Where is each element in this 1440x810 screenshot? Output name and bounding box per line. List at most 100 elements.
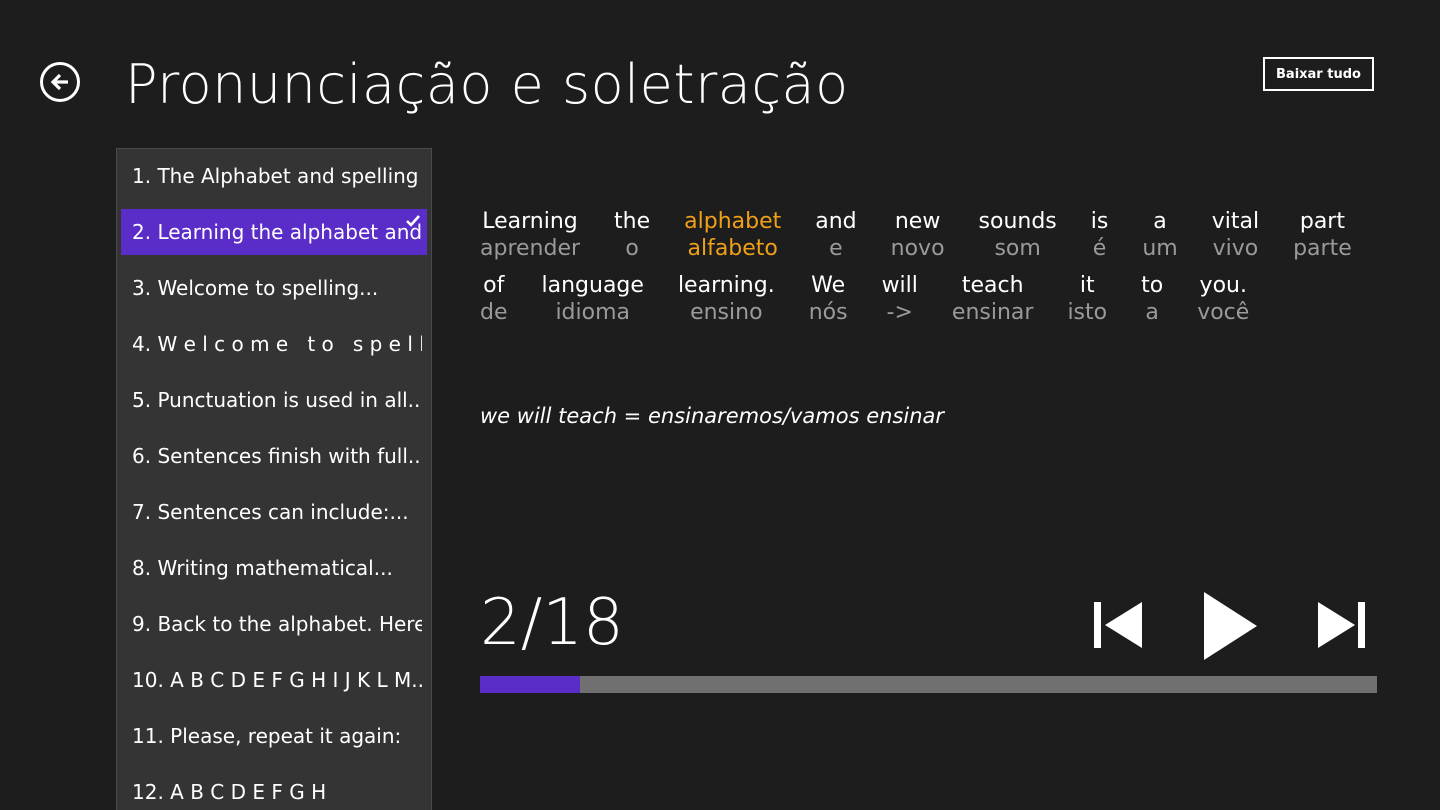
word-pair[interactable]: to a bbox=[1141, 272, 1163, 326]
word-pair[interactable]: of de bbox=[480, 272, 508, 326]
english-word: it bbox=[1079, 273, 1095, 298]
progress-bar[interactable] bbox=[480, 676, 1377, 693]
english-word: learning. bbox=[677, 273, 775, 298]
english-word: vital bbox=[1211, 209, 1260, 234]
portuguese-word: idioma bbox=[555, 300, 630, 325]
portuguese-word: um bbox=[1142, 236, 1178, 261]
next-button[interactable] bbox=[1316, 600, 1368, 650]
lesson-label: 3. Welcome to spelling... bbox=[132, 276, 379, 300]
english-word: Learning bbox=[482, 209, 578, 234]
english-word: the bbox=[614, 209, 651, 234]
word-pair[interactable]: part parte bbox=[1293, 208, 1352, 262]
portuguese-word: som bbox=[994, 236, 1041, 261]
word-pair[interactable]: and e bbox=[815, 208, 856, 262]
back-arrow-icon bbox=[48, 70, 72, 94]
sentence-line: Learning aprender the o alphabet alfabeto and e… bbox=[480, 208, 1380, 262]
portuguese-word: nós bbox=[808, 300, 848, 325]
word-pair[interactable]: the o bbox=[614, 208, 650, 262]
portuguese-word: parte bbox=[1293, 236, 1352, 261]
word-pair[interactable]: language idioma bbox=[542, 272, 644, 326]
english-word: alphabet bbox=[684, 209, 782, 234]
lesson-label: 7. Sentences can include:... bbox=[132, 500, 409, 524]
page: Pronunciação e soletração Baixar tudo 1.… bbox=[0, 0, 1440, 810]
word-pair[interactable]: is é bbox=[1091, 208, 1109, 262]
sentence-area: Learning aprender the o alphabet alfabeto and e… bbox=[480, 208, 1380, 336]
english-word: part bbox=[1299, 209, 1345, 234]
portuguese-word: alfabeto bbox=[687, 236, 778, 261]
english-word: sounds bbox=[978, 209, 1057, 234]
play-button[interactable] bbox=[1202, 590, 1258, 662]
lesson-label: 12. A B C D E F G H bbox=[132, 780, 327, 804]
translation-note: we will teach = ensinaremos/vamos ensina… bbox=[480, 404, 945, 428]
lesson-label: 8. Writing mathematical... bbox=[132, 556, 393, 580]
progress-counter: 2/18 bbox=[480, 586, 624, 660]
english-word: to bbox=[1141, 273, 1164, 298]
english-word: you. bbox=[1199, 273, 1247, 298]
lesson-label: 10. A B C D E F G H I J K L M... bbox=[132, 668, 422, 692]
skip-previous-icon bbox=[1092, 600, 1144, 650]
lesson-item[interactable]: 3. Welcome to spelling... bbox=[121, 265, 427, 311]
portuguese-word: você bbox=[1197, 300, 1250, 325]
portuguese-word: é bbox=[1092, 236, 1107, 261]
word-pair[interactable]: it isto bbox=[1067, 272, 1107, 326]
lesson-label: 6. Sentences finish with full... bbox=[132, 444, 422, 468]
word-pair[interactable]: new novo bbox=[891, 208, 945, 262]
lesson-item[interactable]: 4. W e l c o m e t o s p e l l... bbox=[121, 321, 427, 367]
back-button[interactable] bbox=[40, 62, 80, 102]
portuguese-word: de bbox=[480, 300, 508, 325]
lesson-item[interactable]: 2. Learning the alphabet and... bbox=[121, 209, 427, 255]
lesson-list[interactable]: 1. The Alphabet and spelling 2. Learning … bbox=[116, 148, 432, 810]
progress-bar-fill bbox=[480, 676, 580, 693]
lesson-item[interactable]: 9. Back to the alphabet. Here... bbox=[121, 601, 427, 647]
lesson-label: 9. Back to the alphabet. Here... bbox=[132, 612, 422, 636]
portuguese-word: novo bbox=[890, 236, 945, 261]
word-pair[interactable]: sounds som bbox=[979, 208, 1057, 262]
lesson-label: 4. W e l c o m e t o s p e l l... bbox=[132, 332, 422, 356]
portuguese-word: isto bbox=[1067, 300, 1108, 325]
english-word: We bbox=[811, 273, 846, 298]
lesson-label: 2. Learning the alphabet and... bbox=[132, 220, 422, 244]
english-word: of bbox=[483, 273, 505, 298]
word-pair[interactable]: you. você bbox=[1197, 272, 1249, 326]
portuguese-word: vivo bbox=[1212, 236, 1259, 261]
portuguese-word: o bbox=[625, 236, 639, 261]
lesson-item[interactable]: 10. A B C D E F G H I J K L M... bbox=[121, 657, 427, 703]
sentence-line: of de language idioma learning. ensino We nós wi… bbox=[480, 272, 1380, 326]
lesson-label: 1. The Alphabet and spelling bbox=[132, 164, 419, 188]
english-word: is bbox=[1090, 209, 1109, 234]
english-word: teach bbox=[961, 273, 1024, 298]
lesson-label: 11. Please, repeat it again: bbox=[132, 724, 402, 748]
play-icon bbox=[1202, 590, 1258, 662]
previous-button[interactable] bbox=[1092, 600, 1144, 650]
lesson-item[interactable]: 11. Please, repeat it again: bbox=[121, 713, 427, 759]
portuguese-word: e bbox=[829, 236, 843, 261]
portuguese-word: -> bbox=[886, 300, 913, 325]
word-pair[interactable]: a um bbox=[1142, 208, 1177, 262]
english-word: language bbox=[541, 273, 644, 298]
lesson-label: 5. Punctuation is used in all... bbox=[132, 388, 422, 412]
english-word: will bbox=[881, 273, 918, 298]
lesson-item[interactable]: 12. A B C D E F G H bbox=[121, 769, 427, 810]
word-pair[interactable]: We nós bbox=[809, 272, 848, 326]
skip-next-icon bbox=[1316, 600, 1368, 650]
portuguese-word: aprender bbox=[480, 236, 581, 261]
lesson-item[interactable]: 6. Sentences finish with full... bbox=[121, 433, 427, 479]
lesson-item[interactable]: 7. Sentences can include:... bbox=[121, 489, 427, 535]
word-pair[interactable]: Learning aprender bbox=[480, 208, 580, 262]
word-pair[interactable]: vital vivo bbox=[1212, 208, 1259, 262]
word-pair[interactable]: will -> bbox=[882, 272, 918, 326]
portuguese-word: a bbox=[1145, 300, 1159, 325]
lesson-item[interactable]: 8. Writing mathematical... bbox=[121, 545, 427, 591]
word-pair[interactable]: learning. ensino bbox=[678, 272, 775, 326]
word-pair[interactable]: teach ensinar bbox=[952, 272, 1034, 326]
lesson-item[interactable]: 5. Punctuation is used in all... bbox=[121, 377, 427, 423]
page-title: Pronunciação e soletração bbox=[125, 53, 849, 116]
portuguese-word: ensinar bbox=[951, 300, 1034, 325]
download-all-button[interactable]: Baixar tudo bbox=[1263, 57, 1374, 91]
english-word: new bbox=[894, 209, 941, 234]
portuguese-word: ensino bbox=[690, 300, 763, 325]
lesson-item[interactable]: 1. The Alphabet and spelling bbox=[121, 153, 427, 199]
english-word: and bbox=[815, 209, 857, 234]
english-word: a bbox=[1153, 209, 1167, 234]
word-pair[interactable]: alphabet alfabeto bbox=[684, 208, 781, 262]
